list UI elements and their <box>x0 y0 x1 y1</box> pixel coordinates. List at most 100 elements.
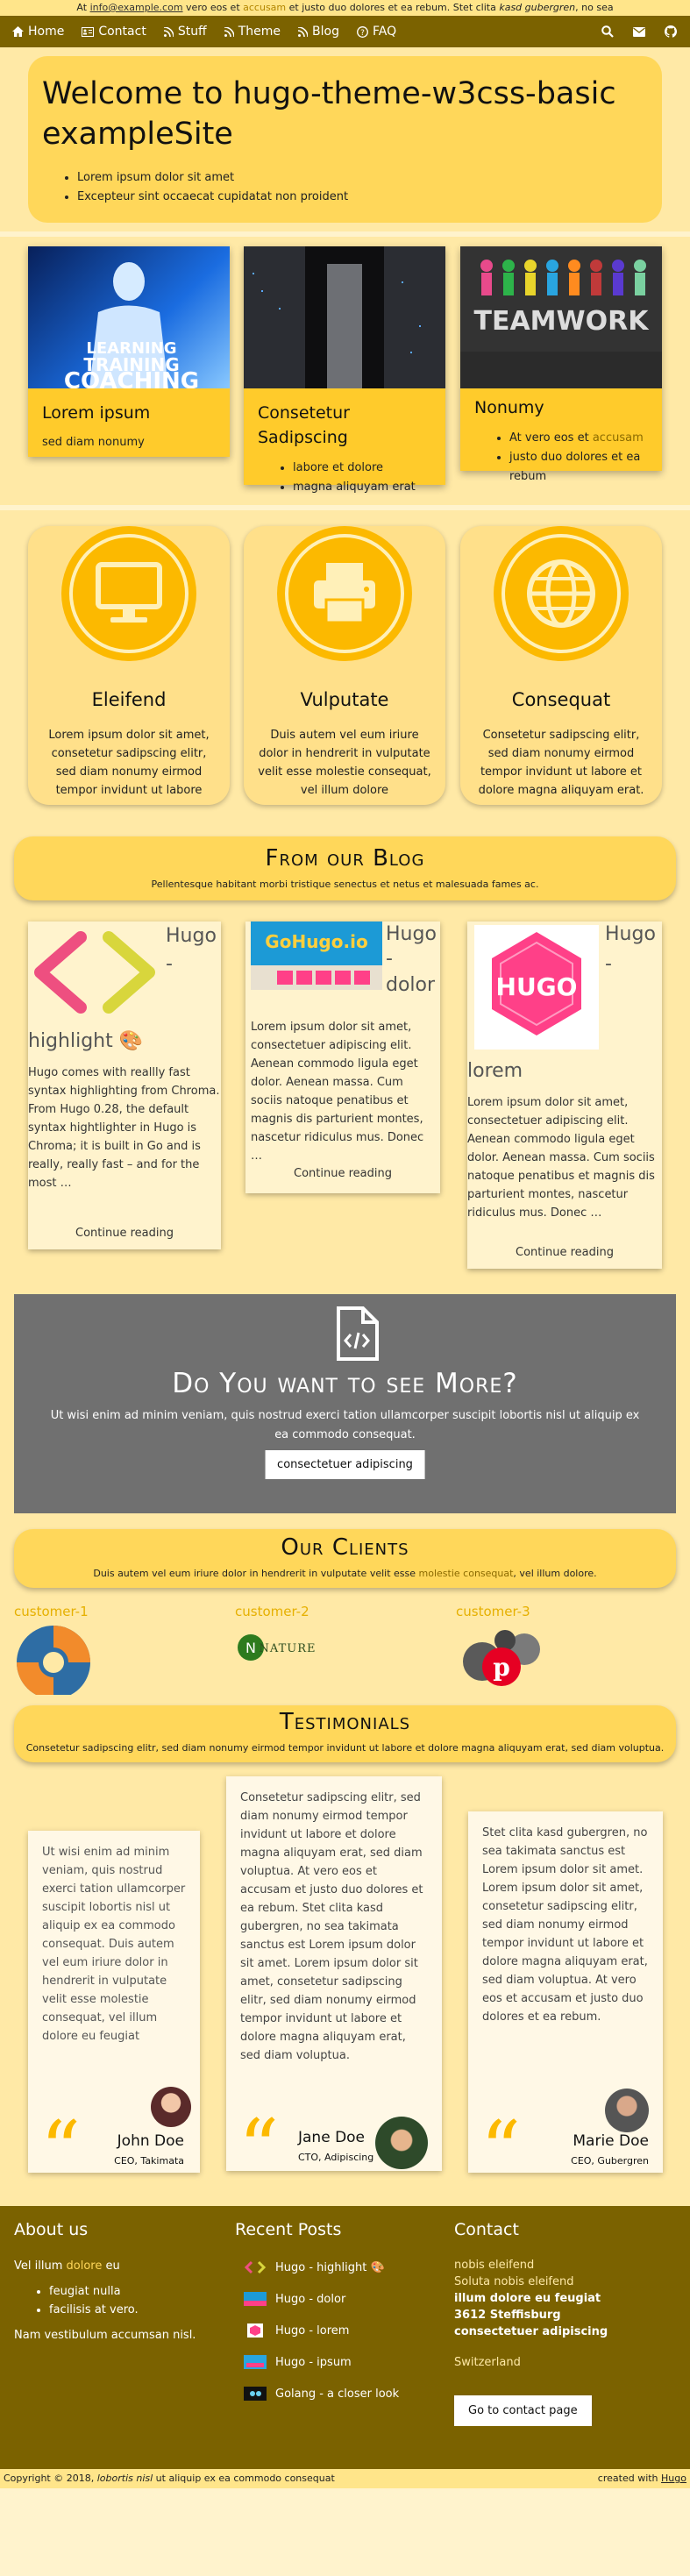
nav-label: Theme <box>238 25 281 39</box>
github-button[interactable] <box>655 16 686 47</box>
topbar-italic: kasd gubergren <box>499 2 576 13</box>
testimonial-name: Marie Doe <box>573 2132 649 2150</box>
footer-about: Vel illum dolore eu feugiat nulla facili… <box>14 2257 216 2345</box>
image-word: HUGO <box>496 972 578 1001</box>
post-title-part[interactable]: - <box>166 951 173 978</box>
customer-label[interactable]: customer-1 <box>14 1604 89 1619</box>
cta-title: Do You want to see More? <box>172 1368 518 1399</box>
footer-recent-list: Hugo - highlight 🎨 Hugo - dolor Hugo - l… <box>244 2252 445 2409</box>
continue-reading-link[interactable]: Continue reading <box>28 1227 221 1240</box>
contact-address: consectetuer adipiscing <box>454 2325 608 2338</box>
nav-blog[interactable]: Blog <box>289 16 348 47</box>
contact-line: nobis eleifend <box>454 2259 535 2272</box>
cta-button[interactable]: consectetuer adipiscing <box>265 1450 425 1479</box>
post-title-part[interactable]: lorem <box>467 1058 523 1085</box>
about-accent: dolore <box>66 2259 103 2273</box>
question-icon: ? <box>357 25 368 38</box>
feature-bullet: justo duo dolores et ea rebum <box>509 448 648 487</box>
post-title-part[interactable]: Hugo <box>605 922 656 948</box>
feature-list: labore et dolore magna aliquyam erat <box>244 450 445 497</box>
code-brackets-image[interactable] <box>28 922 160 1027</box>
email-button[interactable] <box>623 16 655 47</box>
hugo-logo-icon <box>247 2323 263 2338</box>
customer-1-logo[interactable] <box>14 1623 93 1702</box>
contact-page-button[interactable]: Go to contact page <box>454 2395 592 2426</box>
coaching-image: LEARNING TRAINING COACHING <box>64 262 199 388</box>
recent-post-item[interactable]: Golang - a closer look <box>244 2378 445 2409</box>
testimonials-header-section: Testimonials Consetetur sadipscing elitr… <box>0 1695 690 1776</box>
hero-card: Welcome to hugo-theme-w3css-basic exampl… <box>28 56 662 223</box>
search-button[interactable] <box>592 16 623 47</box>
footer-contact: nobis eleifend Soluta nobis eleifend ill… <box>454 2257 673 2426</box>
clients-header: Our Clients Duis autem vel eum iriure do… <box>14 1529 676 1588</box>
nav-theme[interactable]: Theme <box>216 16 289 47</box>
testimonials-section: Ut wisi enim ad minim veniam, quis nostr… <box>0 1776 690 2206</box>
recent-post-item[interactable]: Hugo - highlight 🎨 <box>244 2252 445 2283</box>
copyright-italic: lobortis nisl <box>96 2473 153 2484</box>
about-end: Nam vestibulum accumsan nisl. <box>14 2329 196 2342</box>
avatar <box>375 2117 428 2169</box>
service-card: Vulputate Duis autem vel eum iriure dolo… <box>244 526 445 805</box>
hugo-link[interactable]: Hugo <box>661 2473 686 2484</box>
post-title-part[interactable]: highlight 🎨 <box>28 1028 143 1055</box>
continue-reading-link[interactable]: Continue reading <box>467 1246 662 1259</box>
svg-text:N: N <box>245 1640 256 1656</box>
feature-title: Consetetur Sadipscing <box>258 403 350 447</box>
post-title-part[interactable]: dolor <box>386 972 435 999</box>
post-excerpt: Lorem ipsum dolor sit amet, consectetuer… <box>251 1021 424 1163</box>
top-bar: At info@example.com vero eos et accusam … <box>0 0 690 16</box>
feature-image: LEARNING TRAINING COACHING <box>28 246 230 388</box>
github-icon <box>665 25 677 38</box>
continue-reading-link[interactable]: Continue reading <box>245 1167 440 1180</box>
testimonial-card: Stet clita kasd gubergren, no sea takima… <box>468 1811 663 2190</box>
post-title-part[interactable]: - <box>605 951 612 978</box>
service-card: Eleifend Lorem ipsum dolor sit amet, con… <box>28 526 230 805</box>
service-title: Consequat <box>511 689 611 710</box>
feature-bullet: magna aliquyam erat <box>293 478 431 497</box>
feature-title: Lorem ipsum <box>42 403 151 423</box>
nav-contact[interactable]: Contact <box>73 16 154 47</box>
customer-label[interactable]: customer-2 <box>235 1604 309 1619</box>
recent-post-item[interactable]: Hugo - lorem <box>244 2315 445 2346</box>
recent-post-label: Golang - a closer look <box>275 2387 400 2401</box>
testimonial-name: John Doe <box>117 2132 184 2150</box>
testimonials-title: Testimonials <box>279 1709 411 1735</box>
feature-bullet: At vero eos et accusam <box>509 429 648 448</box>
email-link[interactable]: info@example.com <box>90 2 183 13</box>
contact-address: 3612 Steffisburg <box>454 2309 561 2322</box>
gohugo-image[interactable]: GoHugo.io <box>251 922 382 990</box>
recent-post-item[interactable]: Hugo - dolor <box>244 2283 445 2315</box>
testimonial-card: Consetetur sadipscing elitr, sed diam no… <box>226 1776 442 2188</box>
recent-post-item[interactable]: Hugo - ipsum <box>244 2346 445 2378</box>
nav-label: Contact <box>98 25 146 39</box>
testimonial-role: CEO, Gubergren <box>571 2155 649 2167</box>
copyright-left: Copyright © 2018, lobortis nisl ut aliqu… <box>4 2469 335 2488</box>
globe-icon <box>501 534 621 653</box>
features-section: LEARNING TRAINING COACHING Lorem ipsum s… <box>0 231 690 510</box>
testimonial-role: CTO, Adipiscing <box>298 2152 374 2163</box>
service-icon-circle <box>277 526 412 661</box>
hugo-logo-image[interactable]: HUGO <box>471 922 602 1053</box>
feature-title: Nonumy <box>474 398 544 417</box>
post-title-part[interactable]: Hugo <box>166 923 217 950</box>
customer-2-logo[interactable]: N NATURE <box>235 1630 331 1665</box>
nav-home[interactable]: Home <box>4 16 73 47</box>
feature-image <box>244 246 445 388</box>
desktop-icon <box>69 534 189 653</box>
post-title-part[interactable]: - <box>386 946 393 972</box>
feature-text: sed diam nonumy <box>42 436 145 449</box>
nav-label: Stuff <box>177 25 207 39</box>
service-icon-circle <box>494 526 629 661</box>
nav-faq[interactable]: ? FAQ <box>348 16 405 47</box>
testimonial-text: Ut wisi enim ad minim veniam, quis nostr… <box>42 1846 186 2043</box>
nav-stuff[interactable]: Stuff <box>155 16 216 47</box>
recent-post-label: Hugo - highlight 🎨 <box>275 2260 385 2274</box>
bullet-accent: accusam <box>592 431 644 445</box>
customer-3-logo[interactable]: p <box>452 1623 549 1697</box>
post-title-part[interactable]: Hugo <box>386 922 437 948</box>
service-text: Duis autem vel eum iriure dolor in hendr… <box>258 729 431 797</box>
customer-label[interactable]: customer-3 <box>456 1604 530 1619</box>
clients-header-section: Our Clients Duis autem vel eum iriure do… <box>0 1527 690 1604</box>
image-word: TEAMWORK <box>474 306 651 337</box>
contact-line: Soluta nobis eleifend <box>454 2275 574 2288</box>
